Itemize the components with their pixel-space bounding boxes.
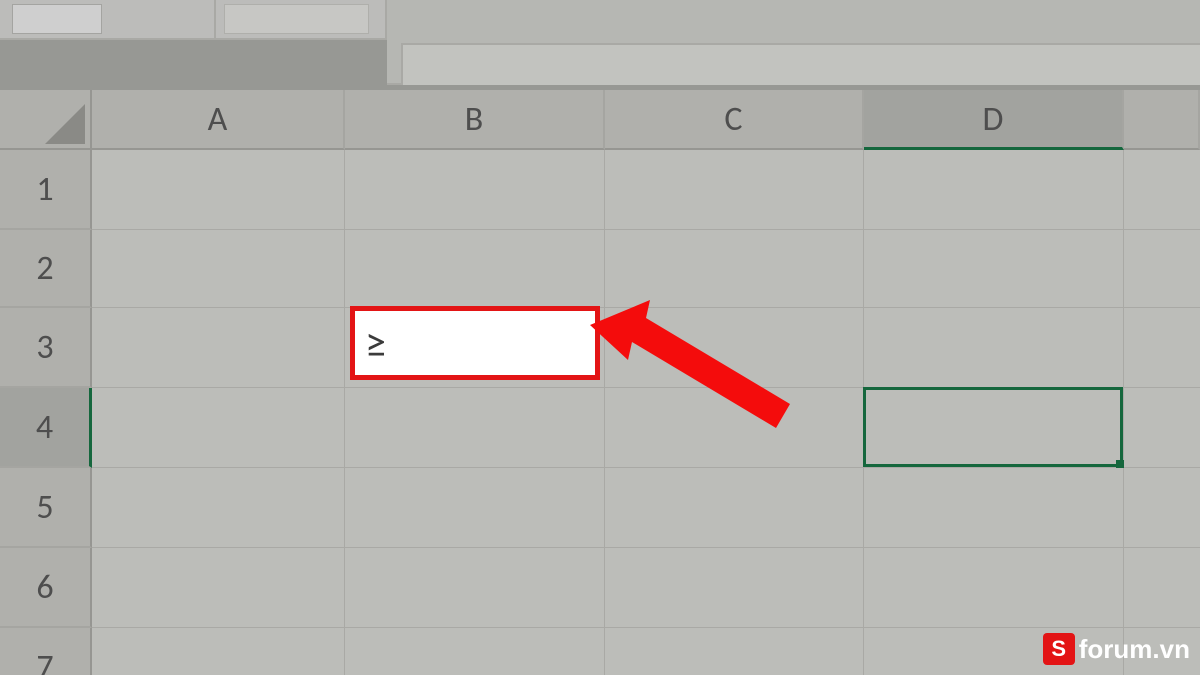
highlighted-cell-b3[interactable]: ≥ xyxy=(350,306,600,380)
ribbon-left-group xyxy=(0,0,387,40)
spreadsheet-screenshot: ABCD 1234567 ≥ S forum.vn xyxy=(0,0,1200,675)
row-header-7[interactable]: 7 xyxy=(0,628,92,675)
name-box[interactable] xyxy=(12,4,102,34)
cell[interactable] xyxy=(864,548,1124,628)
cell[interactable] xyxy=(864,150,1124,230)
cell[interactable] xyxy=(605,388,864,468)
cell[interactable] xyxy=(605,468,864,548)
ribbon-right-group xyxy=(387,0,1200,85)
row-header-2[interactable]: 2 xyxy=(0,230,92,308)
cell[interactable] xyxy=(92,548,345,628)
col-header-overflow xyxy=(1124,90,1200,150)
col-header-d[interactable]: D xyxy=(864,90,1124,150)
ribbon-button[interactable] xyxy=(224,4,369,34)
row-header-1[interactable]: 1 xyxy=(0,150,92,230)
cell[interactable] xyxy=(1124,468,1200,548)
cell[interactable] xyxy=(345,150,605,230)
cell[interactable] xyxy=(92,468,345,548)
col-header-c[interactable]: C xyxy=(605,90,864,150)
cell[interactable] xyxy=(605,308,864,388)
cell[interactable] xyxy=(1124,150,1200,230)
cell[interactable] xyxy=(345,468,605,548)
cell[interactable] xyxy=(1124,230,1200,308)
cell[interactable] xyxy=(92,308,345,388)
select-all-corner[interactable] xyxy=(0,90,92,150)
watermark: S forum.vn xyxy=(1043,633,1190,665)
watermark-badge: S xyxy=(1043,633,1075,665)
cell[interactable] xyxy=(345,230,605,308)
cell[interactable] xyxy=(92,628,345,675)
cell[interactable] xyxy=(345,388,605,468)
cell[interactable] xyxy=(345,628,605,675)
ribbon-separator xyxy=(214,0,216,40)
row-header-3[interactable]: 3 xyxy=(0,308,92,388)
cell[interactable] xyxy=(864,468,1124,548)
cell[interactable] xyxy=(1124,308,1200,388)
watermark-text: forum.vn xyxy=(1079,634,1190,665)
row-header-4[interactable]: 4 xyxy=(0,388,92,468)
cell[interactable] xyxy=(605,230,864,308)
active-cell-outline[interactable] xyxy=(863,387,1123,467)
select-all-triangle-icon xyxy=(45,104,85,144)
column-headers: ABCD xyxy=(0,90,1200,150)
cell[interactable] xyxy=(605,150,864,230)
col-header-b[interactable]: B xyxy=(345,90,605,150)
col-header-a[interactable]: A xyxy=(92,90,345,150)
cell[interactable] xyxy=(92,388,345,468)
cell[interactable] xyxy=(1124,548,1200,628)
cell[interactable] xyxy=(92,150,345,230)
highlighted-cell-value: ≥ xyxy=(365,318,386,369)
spreadsheet-grid: ABCD 1234567 xyxy=(0,90,1200,675)
cell[interactable] xyxy=(1124,388,1200,468)
row-header-6[interactable]: 6 xyxy=(0,548,92,628)
cell[interactable] xyxy=(345,548,605,628)
row-header-5[interactable]: 5 xyxy=(0,468,92,548)
cell[interactable] xyxy=(864,308,1124,388)
cell[interactable] xyxy=(605,628,864,675)
cell[interactable] xyxy=(864,230,1124,308)
row-headers: 1234567 xyxy=(0,150,92,675)
formula-bar-area[interactable] xyxy=(401,43,1200,85)
cell[interactable] xyxy=(92,230,345,308)
cell[interactable] xyxy=(605,548,864,628)
ribbon-fragment xyxy=(0,0,1200,85)
